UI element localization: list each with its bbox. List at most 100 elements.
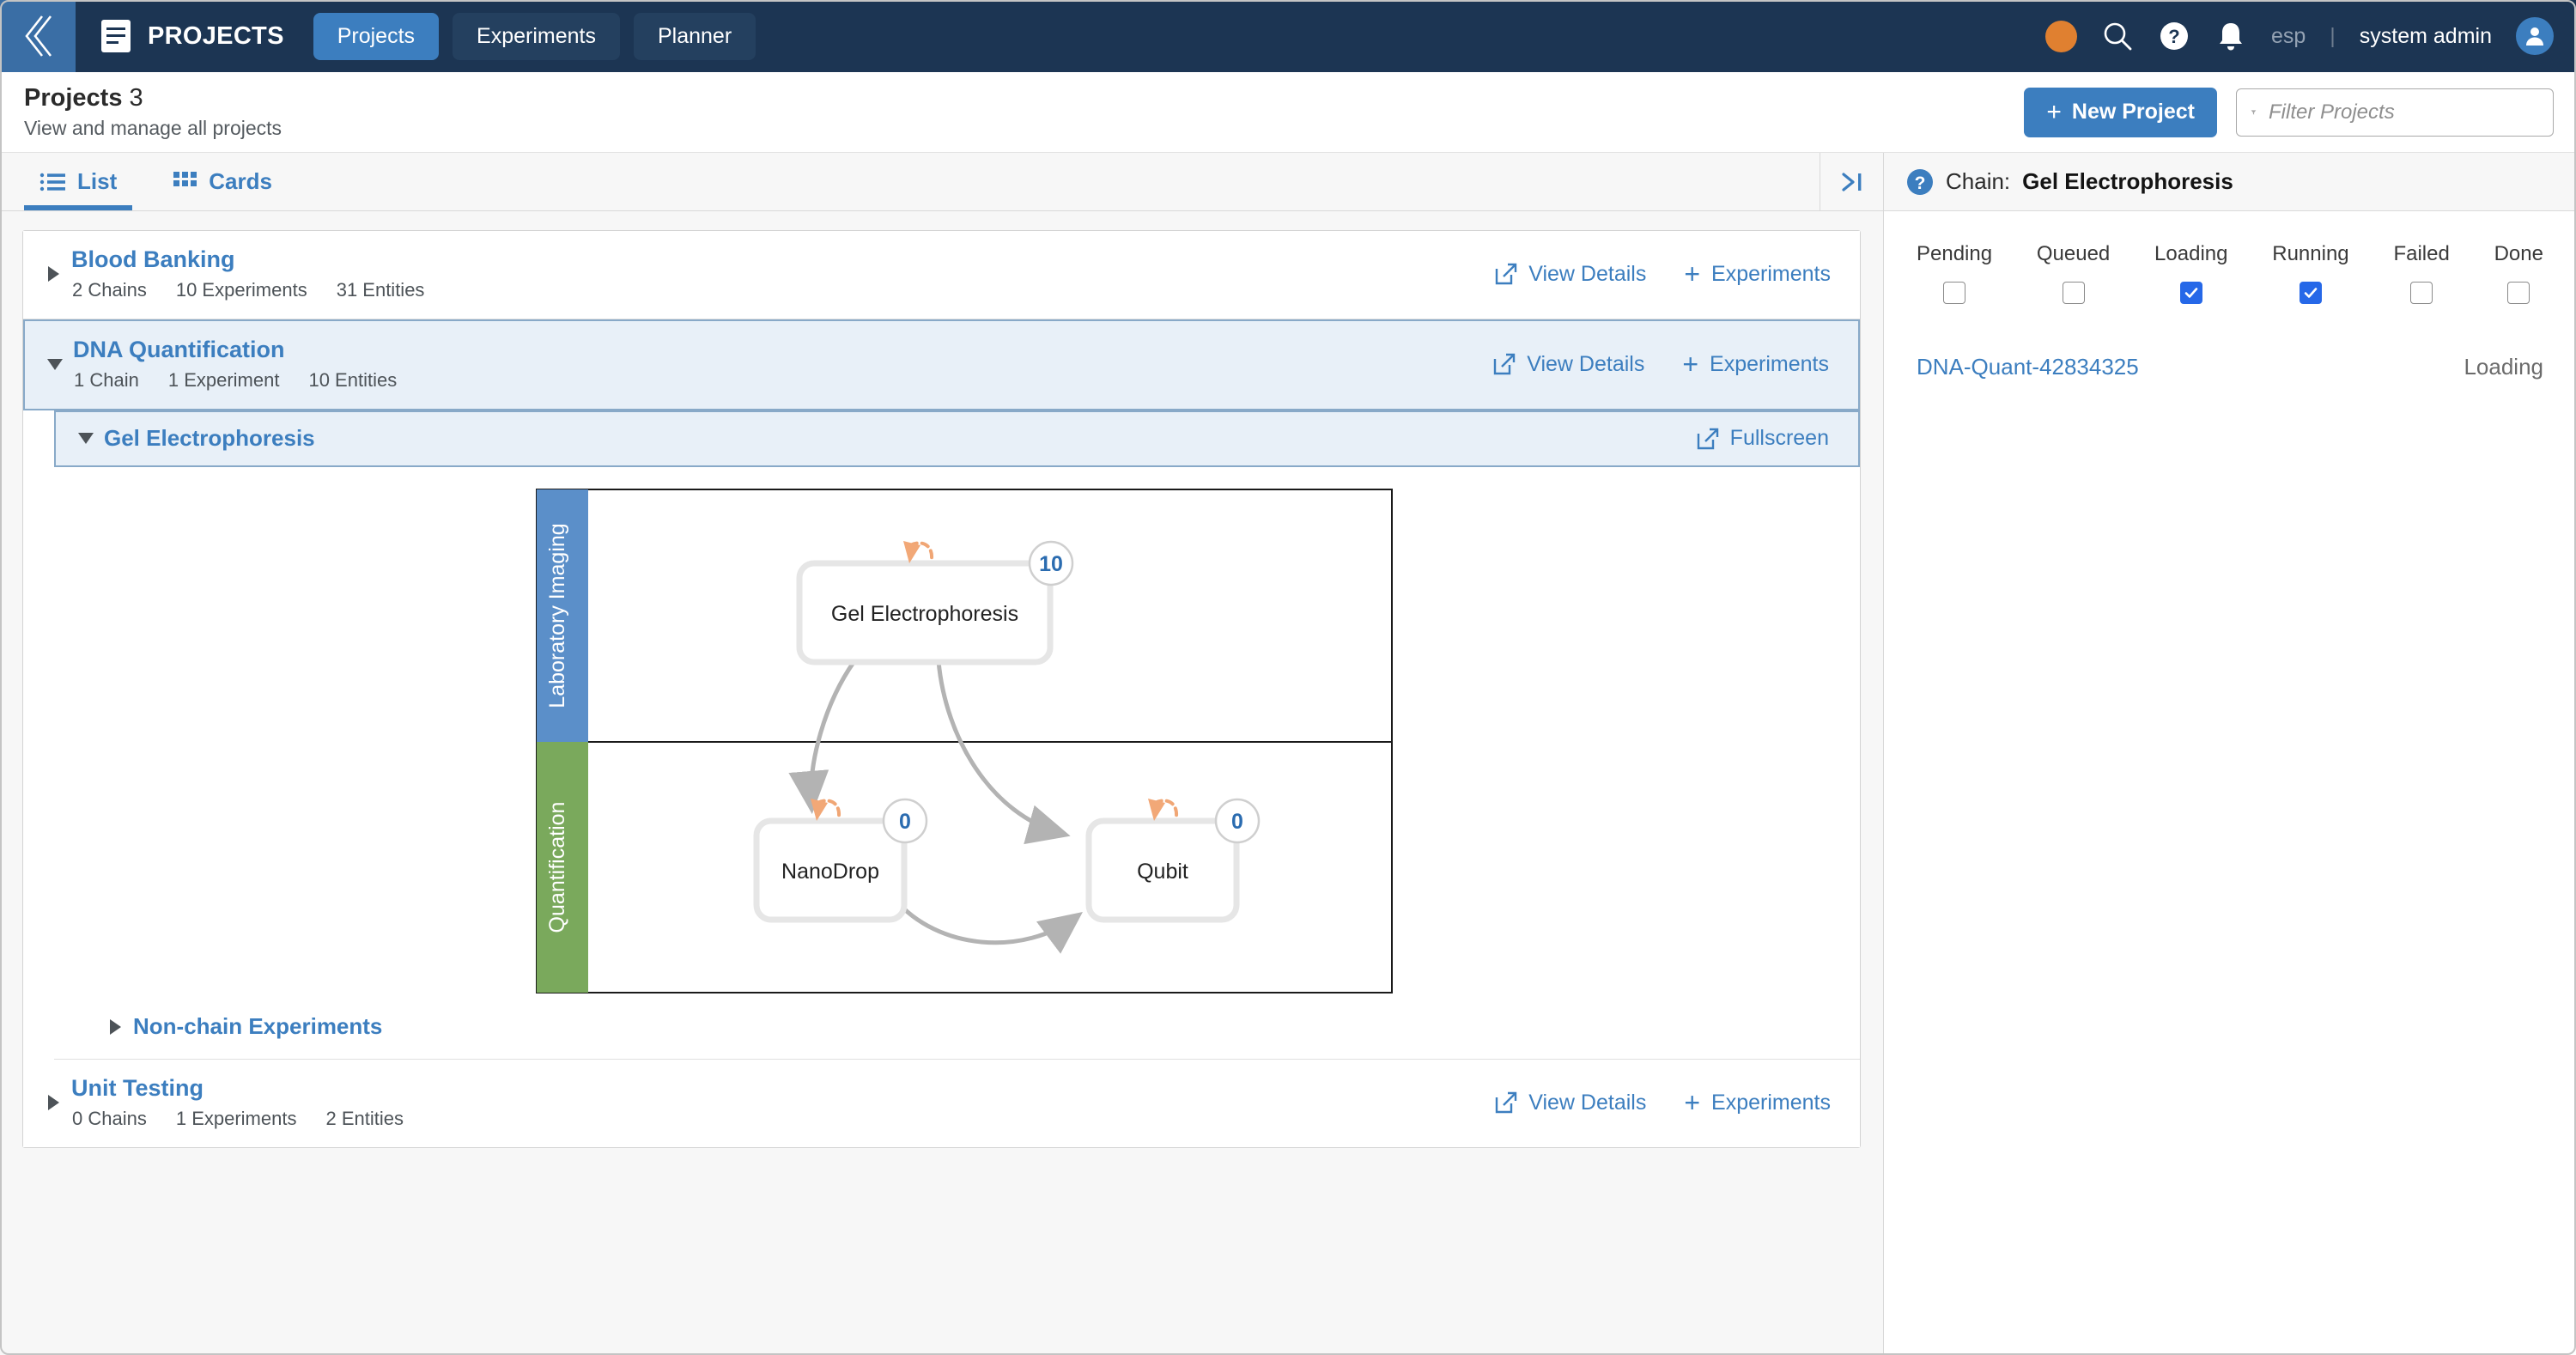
expand-toggle-blood-banking[interactable] <box>42 263 64 285</box>
view-details-button[interactable]: View Details <box>1495 1091 1646 1115</box>
status-filter-done: Done <box>2494 242 2543 304</box>
expand-toggle-unit-testing[interactable] <box>42 1091 64 1114</box>
svg-text:?: ? <box>1915 173 1926 193</box>
project-stat-entities: 2 Entities <box>325 1108 404 1129</box>
tab-list-label: List <box>77 168 118 194</box>
status-filter-queued: Queued <box>2037 242 2110 304</box>
chain-name[interactable]: Gel Electrophoresis <box>104 425 315 452</box>
top-navigation-bar: PROJECTS Projects Experiments Planner ? … <box>0 0 2576 72</box>
right-panel-header: ? Chain: Gel Electrophoresis <box>1884 153 2576 211</box>
node-label: NanoDrop <box>781 860 879 884</box>
chain-row-gel-electrophoresis[interactable]: Gel Electrophoresis Fullscreen <box>54 410 1860 467</box>
chevron-right-icon <box>109 1018 121 1035</box>
project-name[interactable]: Unit Testing <box>71 1075 404 1102</box>
status-checkbox-failed[interactable] <box>2410 282 2433 304</box>
status-checkbox-loading[interactable] <box>2179 282 2202 304</box>
project-row-actions: View Details + Experiments <box>1495 1089 1860 1116</box>
filter-projects-input[interactable] <box>2269 100 2539 125</box>
nav-tab-projects[interactable]: Projects <box>313 12 440 60</box>
node-badge-count: 10 <box>1039 552 1063 576</box>
non-chain-experiments-row[interactable]: Non-chain Experiments <box>54 994 1860 1060</box>
add-experiments-label: Experiments <box>1710 351 1829 376</box>
double-chevron-left-icon <box>25 15 52 57</box>
add-experiments-button[interactable]: + Experiments <box>1684 1089 1831 1116</box>
tab-list[interactable]: List <box>24 153 133 210</box>
plus-icon: + <box>1682 349 1699 380</box>
plus-icon: + <box>2046 97 2062 126</box>
project-row-blood-banking[interactable]: Blood Banking 2 Chains 10 Experiments 31… <box>23 231 1860 319</box>
expand-toggle-chain[interactable] <box>75 428 97 450</box>
experiment-id[interactable]: DNA-Quant-42834325 <box>1917 354 2139 380</box>
project-stats: 0 Chains 1 Experiments 2 Entities <box>71 1108 404 1130</box>
status-filter-loading: Loading <box>2154 242 2227 304</box>
fullscreen-button[interactable]: Fullscreen <box>1697 426 1829 451</box>
chevron-down-icon <box>78 433 94 444</box>
help-circle-icon[interactable]: ? <box>1906 168 1934 196</box>
view-tabs: List Cards <box>0 153 1883 211</box>
tab-cards[interactable]: Cards <box>158 153 288 210</box>
add-experiments-label: Experiments <box>1711 261 1831 286</box>
document-icon <box>101 20 131 52</box>
status-label: Done <box>2494 242 2543 265</box>
non-chain-experiments-label[interactable]: Non-chain Experiments <box>133 1013 382 1040</box>
list-icon <box>39 173 65 191</box>
top-nav-right-group: ? esp | system admin <box>2044 0 2554 72</box>
project-meta: Blood Banking 2 Chains 10 Experiments 31… <box>71 246 424 301</box>
user-name-label[interactable]: system admin <box>2360 24 2492 49</box>
chain-label: Chain: <box>1946 168 2011 194</box>
project-stat-chains: 1 Chain <box>74 369 139 391</box>
workflow-diagram[interactable]: Laboratory Imaging Quantification Gel El… <box>535 488 1394 994</box>
body-split: List Cards Blood Banking 2 Chains 10 Exp… <box>0 153 2576 1355</box>
check-icon <box>2184 288 2198 298</box>
filter-projects-box[interactable] <box>2236 88 2554 137</box>
status-label: Pending <box>1917 242 1993 265</box>
help-circle-icon[interactable]: ? <box>2158 20 2190 52</box>
collapse-panel-button[interactable] <box>1820 153 1883 210</box>
primary-nav-tabs: Projects Experiments Planner <box>313 12 756 60</box>
project-meta: DNA Quantification 1 Chain 1 Experiment … <box>73 337 397 392</box>
project-row-actions: View Details + Experiments <box>1493 350 1858 378</box>
new-project-button[interactable]: + New Project <box>2024 87 2217 137</box>
project-name[interactable]: DNA Quantification <box>73 337 397 363</box>
expand-toggle-dna-quantification[interactable] <box>44 353 66 375</box>
status-indicator-dot[interactable] <box>2044 20 2077 52</box>
search-icon[interactable] <box>2101 20 2134 52</box>
chevron-down-icon <box>47 358 63 370</box>
project-row-unit-testing[interactable]: Unit Testing 0 Chains 1 Experiments 2 En… <box>23 1060 1860 1147</box>
status-checkbox-done[interactable] <box>2507 282 2530 304</box>
experiment-row[interactable]: DNA-Quant-42834325 Loading <box>1910 354 2550 380</box>
status-checkbox-pending[interactable] <box>1943 282 1966 304</box>
page-header-text: Projects 3 View and manage all projects <box>24 84 282 140</box>
expand-toggle-non-chain[interactable] <box>104 1016 126 1038</box>
nav-tab-experiments[interactable]: Experiments <box>453 12 620 60</box>
status-checkbox-queued[interactable] <box>2062 282 2085 304</box>
status-checkbox-running[interactable] <box>2299 282 2322 304</box>
view-details-button[interactable]: View Details <box>1495 262 1646 287</box>
add-experiments-button[interactable]: + Experiments <box>1682 350 1829 378</box>
projects-list-card: Blood Banking 2 Chains 10 Experiments 31… <box>22 230 1861 1148</box>
new-project-label: New Project <box>2071 100 2195 124</box>
view-details-button[interactable]: View Details <box>1493 352 1644 377</box>
status-filter-pending: Pending <box>1917 242 1992 304</box>
project-stat-experiments: 1 Experiment <box>167 369 280 391</box>
view-details-label: View Details <box>1528 1090 1647 1115</box>
project-name[interactable]: Blood Banking <box>71 246 424 273</box>
add-experiments-button[interactable]: + Experiments <box>1684 260 1831 288</box>
bell-icon[interactable] <box>2215 20 2247 52</box>
page-title: Projects 3 <box>24 84 282 112</box>
page-header: Projects 3 View and manage all projects … <box>0 72 2576 153</box>
back-button[interactable] <box>0 0 76 72</box>
node-badge: 0 <box>882 798 928 844</box>
node-badge-count: 0 <box>899 810 911 834</box>
status-label: Queued <box>2036 242 2111 265</box>
node-badge-count: 0 <box>1231 810 1243 834</box>
avatar[interactable] <box>2516 17 2554 55</box>
project-row-dna-quantification[interactable]: DNA Quantification 1 Chain 1 Experiment … <box>23 319 1860 410</box>
locale-label[interactable]: esp <box>2271 24 2306 49</box>
lane-label-quantification: Quantification <box>545 802 569 933</box>
external-link-icon <box>1496 263 1517 285</box>
project-stat-experiments: 1 Experiments <box>175 1108 297 1129</box>
left-pane: List Cards Blood Banking 2 Chains 10 Exp… <box>0 153 1884 1355</box>
chevron-right-icon <box>47 1095 59 1110</box>
nav-tab-planner[interactable]: Planner <box>633 12 756 60</box>
